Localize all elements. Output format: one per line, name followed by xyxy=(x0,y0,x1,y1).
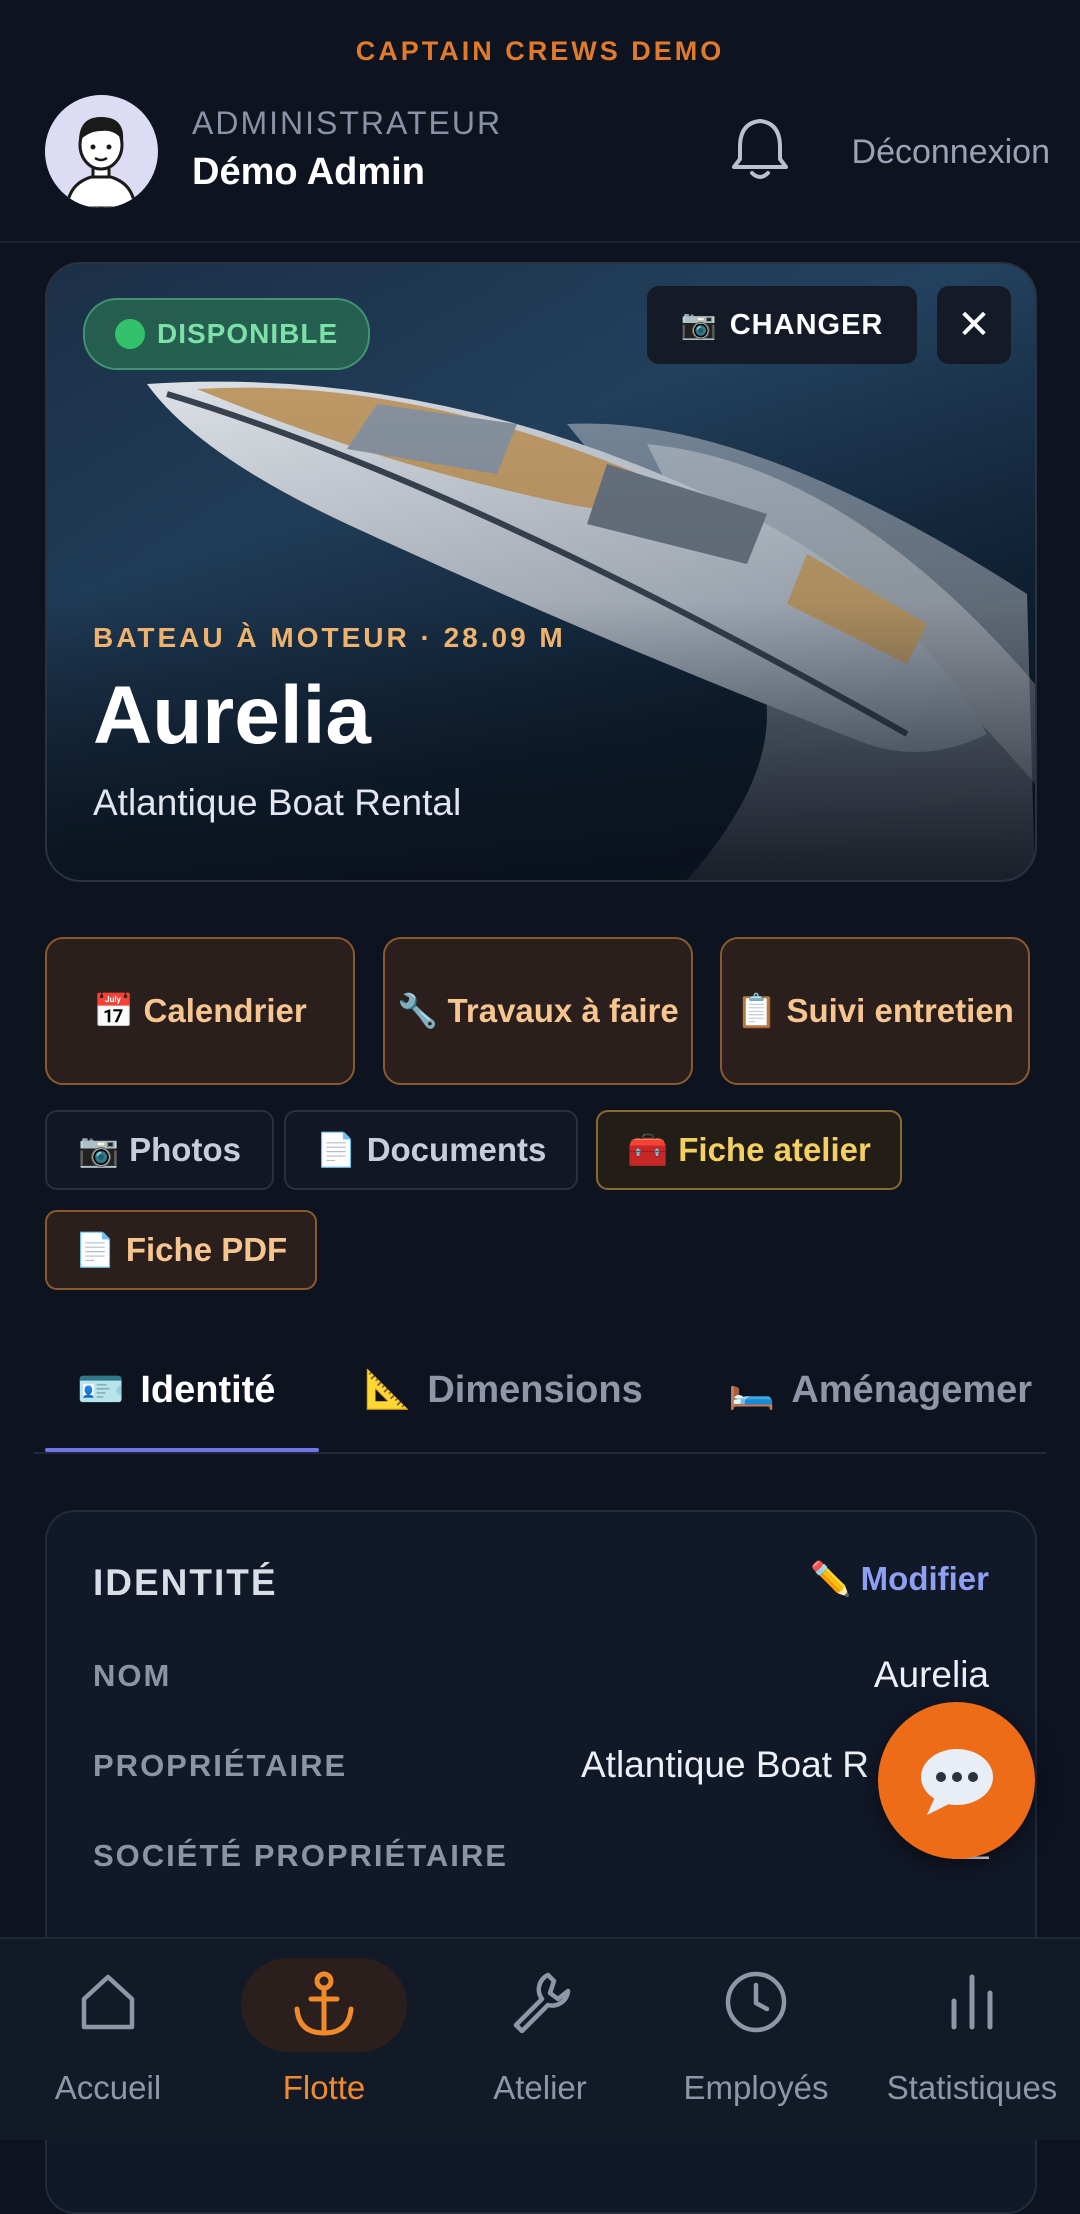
calendar-label: Calendrier xyxy=(143,991,307,1029)
calendar-icon: 📅 xyxy=(93,991,135,1029)
boat-owner: Atlantique Boat Rental xyxy=(93,782,462,823)
pdf-sheet-label: Fiche PDF xyxy=(125,1231,288,1268)
logout-button[interactable]: Déconnexion xyxy=(852,133,1050,172)
status-badge: DISPONIBLE xyxy=(83,298,371,370)
company-owner-label: SOCIÉTÉ PROPRIÉTAIRE xyxy=(93,1838,508,1873)
nav-flotte[interactable]: Flotte xyxy=(216,1939,432,2140)
nav-flotte-label: Flotte xyxy=(282,2069,366,2106)
nav-atelier[interactable]: Atelier xyxy=(432,1939,648,2140)
workshop-sheet-button[interactable]: 🧰 Fiche atelier xyxy=(596,1110,902,1190)
tabs-divider xyxy=(34,1452,1046,1454)
todo-work-label: Travaux à faire xyxy=(447,991,679,1029)
status-dot-icon xyxy=(115,319,145,349)
edit-label: Modifier xyxy=(860,1560,989,1597)
user-header: ADMINISTRATEUR Démo Admin Déconnexion xyxy=(45,95,1050,210)
bell-icon[interactable] xyxy=(728,115,792,183)
nav-accueil[interactable]: Accueil xyxy=(0,1939,216,2140)
home-icon xyxy=(81,1974,135,2030)
name-value: Aurelia xyxy=(873,1654,989,1695)
status-badge-label: DISPONIBLE xyxy=(157,318,339,349)
toolbox-icon: 🧰 xyxy=(627,1130,669,1168)
workshop-sheet-label: Fiche atelier xyxy=(678,1131,871,1168)
active-tab-indicator xyxy=(45,1448,319,1452)
nav-atelier-label: Atelier xyxy=(493,2069,587,2106)
clipboard-icon: 📋 xyxy=(736,991,778,1029)
camera-icon: 📷 xyxy=(680,309,718,341)
bed-icon: 🛏️ xyxy=(728,1369,776,1411)
anchor-icon xyxy=(294,1971,354,2036)
document-icon: 📄 xyxy=(315,1130,357,1168)
boat-hero-card: DISPONIBLE 📷 CHANGER ✕ BATEAU À MOTEUR ·… xyxy=(45,262,1037,882)
tab-dimensions-label: Dimensions xyxy=(427,1368,643,1411)
ruler-triangle-icon: 📐 xyxy=(364,1369,412,1411)
calendar-button[interactable]: 📅 Calendrier xyxy=(45,937,355,1085)
change-photo-label: CHANGER xyxy=(729,308,884,341)
avatar[interactable] xyxy=(45,95,158,208)
name-label: NOM xyxy=(93,1658,172,1693)
camera-icon: 📷 xyxy=(78,1130,120,1168)
edit-button[interactable]: ✏️ Modifier xyxy=(810,1560,989,1599)
nav-statistiques[interactable]: Statistiques xyxy=(864,1939,1080,2140)
photos-button[interactable]: 📷 Photos xyxy=(45,1110,274,1190)
chat-bubble-icon xyxy=(920,1748,993,1815)
nav-employes[interactable]: Employés xyxy=(648,1939,864,2140)
document-icon: 📄 xyxy=(74,1230,116,1268)
tab-identite-label: Identité xyxy=(140,1368,276,1411)
owner-value: Atlantique Boat R xyxy=(581,1744,869,1785)
tab-amenagement[interactable]: 🛏️ Aménagemer xyxy=(728,1368,1032,1412)
pdf-sheet-button[interactable]: 📄 Fiche PDF xyxy=(45,1210,317,1290)
todo-work-button[interactable]: 🔧 Travaux à faire xyxy=(383,937,693,1085)
change-photo-button[interactable]: 📷 CHANGER xyxy=(647,286,917,364)
maintenance-label: Suivi entretien xyxy=(786,991,1014,1029)
user-role: ADMINISTRATEUR xyxy=(192,105,503,141)
identity-card-title: IDENTITÉ xyxy=(93,1562,278,1603)
tab-amenagement-label: Aménagemer xyxy=(791,1368,1033,1411)
photos-label: Photos xyxy=(129,1131,241,1168)
boat-name: Aurelia xyxy=(93,670,371,761)
header-divider xyxy=(0,241,1080,243)
owner-label: PROPRIÉTAIRE xyxy=(93,1748,348,1783)
user-name: Démo Admin xyxy=(192,151,425,193)
boat-type: BATEAU À MOTEUR · 28.09 M xyxy=(93,622,566,653)
bottom-nav: Accueil Flotte Atelier Employés Statisti… xyxy=(0,1937,1080,2140)
wrench-icon xyxy=(513,1972,571,2033)
tab-identite[interactable]: 🪪 Identité xyxy=(77,1368,275,1412)
wrench-icon: 🔧 xyxy=(397,991,439,1029)
maintenance-button[interactable]: 📋 Suivi entretien xyxy=(720,937,1030,1085)
nav-statistiques-label: Statistiques xyxy=(886,2069,1058,2106)
pencil-icon: ✏️ xyxy=(810,1560,852,1597)
nav-employes-label: Employés xyxy=(683,2069,829,2106)
documents-button[interactable]: 📄 Documents xyxy=(284,1110,578,1190)
documents-label: Documents xyxy=(366,1131,547,1168)
clock-icon xyxy=(725,1971,787,2033)
id-card-icon: 🪪 xyxy=(77,1369,125,1411)
chat-button[interactable] xyxy=(878,1702,1035,1859)
nav-accueil-label: Accueil xyxy=(54,2069,162,2106)
brand-title: CAPTAIN CREWS DEMO xyxy=(355,36,725,66)
close-button[interactable]: ✕ xyxy=(937,286,1011,364)
bar-chart-icon xyxy=(951,1974,993,2030)
tab-dimensions[interactable]: 📐 Dimensions xyxy=(364,1368,643,1412)
